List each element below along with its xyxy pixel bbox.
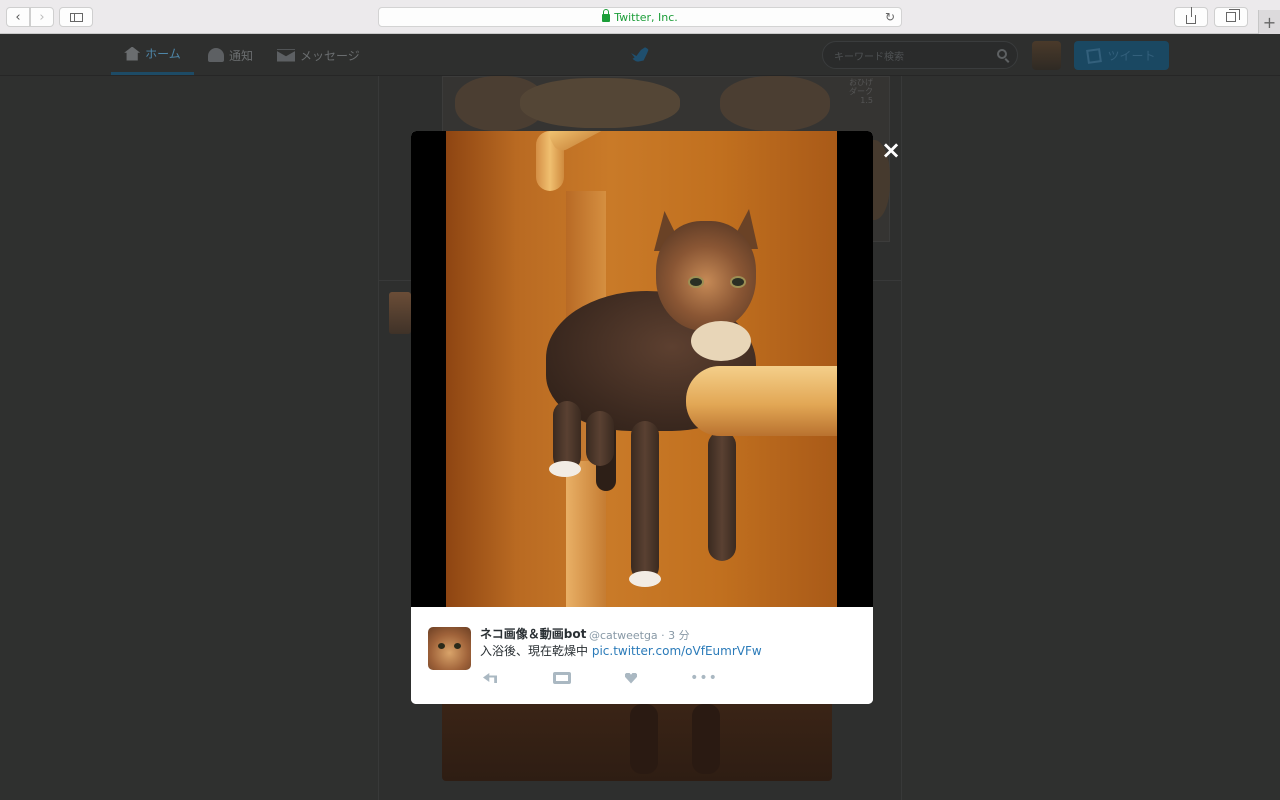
envelope-icon bbox=[277, 48, 295, 62]
nav-messages[interactable]: メッセージ bbox=[277, 35, 360, 75]
search-input[interactable]: キーワード検索 bbox=[822, 41, 1018, 69]
tweet-author-name[interactable]: ネコ画像＆動画bot bbox=[480, 625, 586, 642]
photo-cat-paw bbox=[629, 571, 661, 587]
tweet-text: 入浴後、現在乾燥中 pic.twitter.com/oVfEumrVFw bbox=[480, 642, 762, 659]
reply-button[interactable] bbox=[480, 670, 500, 686]
search-placeholder: キーワード検索 bbox=[834, 51, 904, 63]
chevron-right-icon: › bbox=[39, 9, 45, 25]
nav-notifications[interactable]: 通知 bbox=[208, 35, 253, 75]
background-photo-detail bbox=[630, 704, 658, 774]
tweet-handle[interactable]: @catweetga bbox=[589, 629, 658, 642]
address-text: Twitter, Inc. bbox=[614, 10, 678, 24]
twitter-bird-icon[interactable] bbox=[631, 47, 649, 62]
media-container bbox=[411, 131, 873, 607]
sidebar-icon bbox=[69, 12, 83, 22]
background-photo-detail bbox=[692, 704, 720, 774]
show-tabs-button[interactable] bbox=[1214, 7, 1248, 27]
media-modal: ネコ画像＆動画bot @catweetga · 3 分 入浴後、現在乾燥中 pi… bbox=[411, 131, 873, 704]
cat-photo[interactable] bbox=[446, 131, 837, 607]
bell-icon bbox=[208, 48, 224, 62]
address-bar[interactable]: Twitter, Inc. ↻ bbox=[378, 7, 902, 27]
new-tab-button[interactable]: + bbox=[1258, 10, 1280, 34]
photo-cat-leg bbox=[631, 421, 659, 581]
share-button[interactable] bbox=[1174, 6, 1208, 27]
more-icon: ••• bbox=[690, 670, 718, 686]
background-photo-detail bbox=[720, 76, 830, 131]
tweet-meta: @catweetga · 3 分 bbox=[589, 627, 690, 643]
background-tweet-avatar bbox=[389, 292, 411, 334]
tweet: ネコ画像＆動画bot @catweetga · 3 分 入浴後、現在乾燥中 pi… bbox=[411, 607, 873, 704]
nav-notifications-label: 通知 bbox=[229, 48, 254, 63]
retweet-icon bbox=[553, 672, 571, 684]
photo-towel-bar bbox=[686, 366, 837, 436]
tweet-button-label: ツイート bbox=[1107, 49, 1156, 63]
tweet-time[interactable]: 3 分 bbox=[668, 629, 690, 642]
nav-home-label: ホーム bbox=[145, 47, 181, 61]
share-icon bbox=[1186, 6, 1196, 24]
close-icon[interactable]: × bbox=[880, 138, 902, 162]
browser-toolbar: ‹ › Twitter, Inc. ↻ + bbox=[0, 0, 1280, 34]
like-button[interactable] bbox=[622, 670, 640, 686]
tweet-body: 入浴後、現在乾燥中 bbox=[480, 644, 589, 658]
photo-cat-chest bbox=[691, 321, 751, 361]
reload-icon[interactable]: ↻ bbox=[885, 10, 895, 24]
photo-cat-eye bbox=[688, 276, 704, 288]
nav-messages-label: メッセージ bbox=[300, 48, 360, 63]
avatar[interactable] bbox=[1032, 41, 1061, 70]
tabs-icon bbox=[1226, 9, 1240, 22]
tweet-button[interactable]: ツイート bbox=[1074, 41, 1169, 70]
tweet-media-link[interactable]: pic.twitter.com/oVfEumrVFw bbox=[592, 644, 762, 658]
background-photo-text: おひげ ダーク 1.5 bbox=[849, 78, 873, 105]
photo-cat-leg bbox=[708, 431, 736, 561]
tweet-avatar[interactable] bbox=[428, 627, 471, 670]
nav-home[interactable]: ホーム bbox=[111, 35, 194, 75]
more-button[interactable]: ••• bbox=[690, 670, 718, 686]
forward-button[interactable]: › bbox=[30, 7, 54, 27]
plus-icon: + bbox=[1262, 12, 1277, 32]
compose-icon bbox=[1086, 47, 1103, 64]
home-icon bbox=[124, 46, 141, 61]
lock-icon bbox=[602, 9, 611, 22]
reply-icon bbox=[483, 673, 497, 683]
chevron-left-icon: ‹ bbox=[15, 9, 21, 25]
tweet-separator: · bbox=[661, 629, 665, 642]
photo-rail bbox=[546, 131, 656, 154]
background-photo-detail bbox=[520, 78, 680, 128]
search-icon[interactable] bbox=[997, 49, 1007, 59]
photo-cat-leg bbox=[586, 411, 614, 466]
tweet-actions: ••• bbox=[480, 670, 720, 686]
retweet-button[interactable] bbox=[550, 670, 574, 686]
back-button[interactable]: ‹ bbox=[6, 7, 30, 27]
photo-cat-paw bbox=[549, 461, 581, 477]
sidebar-toggle-button[interactable] bbox=[59, 7, 93, 27]
twitter-navbar: ホーム 通知 メッセージ キーワード検索 ツイート bbox=[0, 35, 1280, 76]
photo-cat-eye bbox=[730, 276, 746, 288]
heart-icon bbox=[625, 672, 637, 684]
